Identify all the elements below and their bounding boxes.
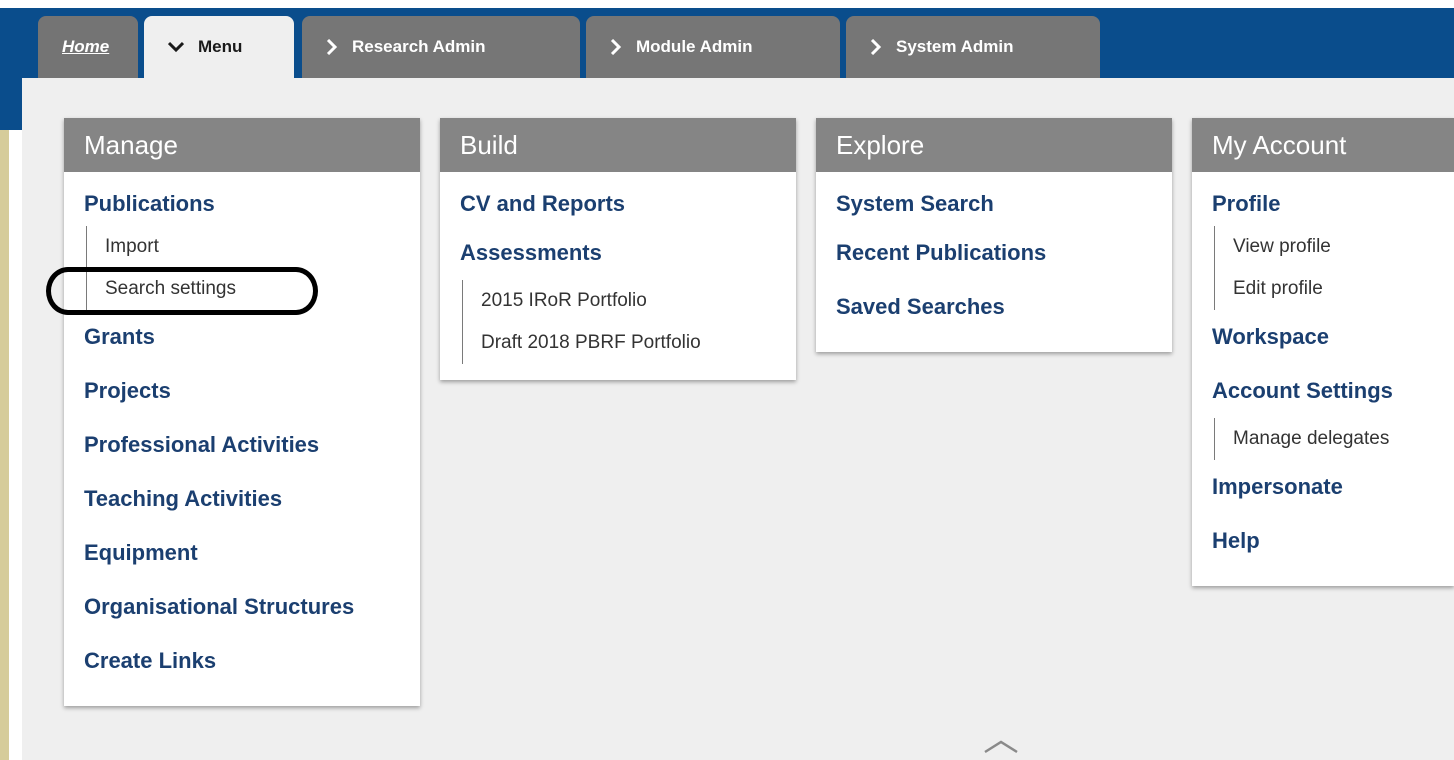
menu-item-impersonate[interactable]: Impersonate xyxy=(1212,460,1434,514)
tab-home[interactable]: Home xyxy=(38,16,138,78)
assessments-submenu: 2015 IRoR Portfolio Draft 2018 PBRF Port… xyxy=(462,280,776,364)
menu-item-create-links[interactable]: Create Links xyxy=(84,634,400,688)
menu-item-2015-iror-portfolio[interactable]: 2015 IRoR Portfolio xyxy=(481,280,776,322)
menu-item-manage-delegates[interactable]: Manage delegates xyxy=(1233,418,1434,460)
explore-panel-title: Explore xyxy=(816,118,1172,172)
tab-research-admin[interactable]: Research Admin xyxy=(302,16,580,78)
tab-research-admin-label: Research Admin xyxy=(352,37,486,56)
build-panel: Build CV and Reports Assessments 2015 IR… xyxy=(440,118,796,380)
menu-item-profile[interactable]: Profile xyxy=(1212,182,1434,226)
my-account-panel: My Account Profile View profile Edit pro… xyxy=(1192,118,1454,586)
menu-item-system-search[interactable]: System Search xyxy=(836,182,1152,226)
tab-menu[interactable]: Menu xyxy=(144,16,294,78)
menu-item-projects[interactable]: Projects xyxy=(84,364,400,418)
profile-submenu: View profile Edit profile xyxy=(1214,226,1434,310)
manage-panel-body: Publications Import Search settings Gran… xyxy=(64,172,420,704)
chevron-down-icon xyxy=(168,41,184,53)
menu-item-view-profile[interactable]: View profile xyxy=(1233,226,1434,268)
menu-item-publications[interactable]: Publications xyxy=(84,182,400,226)
menu-item-teaching-activities[interactable]: Teaching Activities xyxy=(84,472,400,526)
my-account-panel-title: My Account xyxy=(1192,118,1454,172)
tab-home-label: Home xyxy=(62,37,110,56)
explore-panel: Explore System Search Recent Publication… xyxy=(816,118,1172,352)
annotation-highlight-oval xyxy=(46,267,318,315)
tab-module-admin[interactable]: Module Admin xyxy=(586,16,840,78)
menu-item-organisational-structures[interactable]: Organisational Structures xyxy=(84,580,400,634)
tab-system-admin[interactable]: System Admin xyxy=(846,16,1100,78)
menu-item-professional-activities[interactable]: Professional Activities xyxy=(84,418,400,472)
menu-item-workspace[interactable]: Workspace xyxy=(1212,310,1434,364)
menu-item-edit-profile[interactable]: Edit profile xyxy=(1233,268,1434,310)
menu-item-recent-publications[interactable]: Recent Publications xyxy=(836,226,1152,280)
chevron-up-icon[interactable] xyxy=(983,738,1019,759)
my-account-panel-body: Profile View profile Edit profile Worksp… xyxy=(1192,172,1454,584)
tab-module-admin-label: Module Admin xyxy=(636,37,753,56)
left-accent-strip xyxy=(0,130,9,760)
tab-menu-label: Menu xyxy=(198,37,243,56)
menu-item-account-settings[interactable]: Account Settings xyxy=(1212,364,1434,418)
tab-system-admin-label: System Admin xyxy=(896,37,1014,56)
menu-item-saved-searches[interactable]: Saved Searches xyxy=(836,280,1152,334)
manage-panel: Manage Publications Import Search settin… xyxy=(64,118,420,706)
menu-item-assessments[interactable]: Assessments xyxy=(460,226,776,280)
build-panel-body: CV and Reports Assessments 2015 IRoR Por… xyxy=(440,172,796,380)
account-settings-submenu: Manage delegates xyxy=(1214,418,1434,460)
menu-item-grants[interactable]: Grants xyxy=(84,310,400,364)
menu-item-equipment[interactable]: Equipment xyxy=(84,526,400,580)
chevron-right-icon xyxy=(870,39,882,55)
chevron-right-icon xyxy=(326,39,338,55)
menu-item-import[interactable]: Import xyxy=(105,226,400,268)
menu-item-cv-and-reports[interactable]: CV and Reports xyxy=(460,182,776,226)
build-panel-title: Build xyxy=(440,118,796,172)
chevron-right-icon xyxy=(610,39,622,55)
menu-item-draft-2018-pbrf-portfolio[interactable]: Draft 2018 PBRF Portfolio xyxy=(481,322,776,364)
manage-panel-title: Manage xyxy=(64,118,420,172)
menu-item-help[interactable]: Help xyxy=(1212,514,1434,568)
explore-panel-body: System Search Recent Publications Saved … xyxy=(816,172,1172,350)
